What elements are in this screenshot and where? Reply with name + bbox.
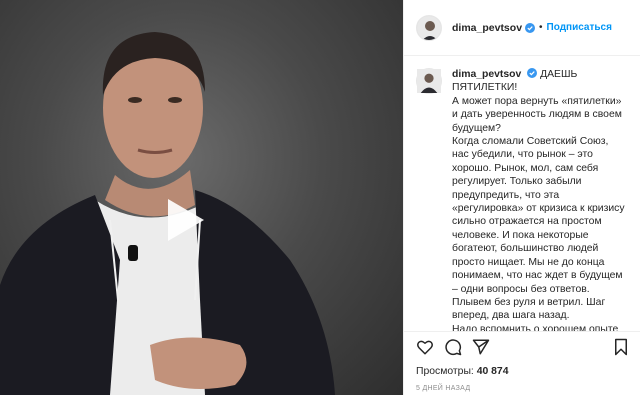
- follow-button[interactable]: Подписаться: [547, 22, 612, 33]
- post-sidebar: dima_pevtsov • Подписаться dima_pevtsov: [403, 0, 640, 395]
- views-number: 40 874: [476, 366, 509, 377]
- verified-badge-icon: [527, 68, 538, 78]
- caption-avatar[interactable]: [416, 68, 442, 94]
- caption-line: Надо вспомнить о хорошем опыте советских…: [452, 323, 619, 331]
- post-header: dima_pevtsov • Подписаться: [404, 0, 640, 56]
- caption-username[interactable]: dima_pevtsov: [452, 69, 521, 80]
- view-count[interactable]: Просмотры: 40 874: [404, 361, 640, 383]
- avatar[interactable]: [416, 14, 442, 41]
- caption-area[interactable]: dima_pevtsov ДАЕШЬ ПЯТИЛЕТКИ! А может по…: [404, 56, 640, 331]
- caption-line: Когда сломали Советский Союз, нас убедил…: [452, 136, 625, 322]
- caption-line: А может пора вернуть «пятилетки» и дать …: [452, 95, 622, 134]
- views-label: Просмотры:: [416, 366, 474, 377]
- caption-text: dima_pevtsov ДАЕШЬ ПЯТИЛЕТКИ! А может по…: [452, 68, 628, 331]
- username-link[interactable]: dima_pevtsov: [452, 22, 522, 34]
- verified-badge-icon: [525, 22, 536, 33]
- timestamp[interactable]: 5 дней назад: [404, 383, 640, 395]
- play-icon[interactable]: [156, 193, 210, 247]
- video-player[interactable]: [0, 0, 403, 395]
- heart-icon[interactable]: [416, 338, 434, 356]
- action-bar: [404, 331, 640, 361]
- share-icon[interactable]: [472, 338, 490, 356]
- separator-dot: •: [539, 22, 543, 33]
- bookmark-icon[interactable]: [612, 338, 630, 356]
- instagram-post: dima_pevtsov • Подписаться dima_pevtsov: [0, 0, 640, 395]
- comment-icon[interactable]: [444, 338, 462, 356]
